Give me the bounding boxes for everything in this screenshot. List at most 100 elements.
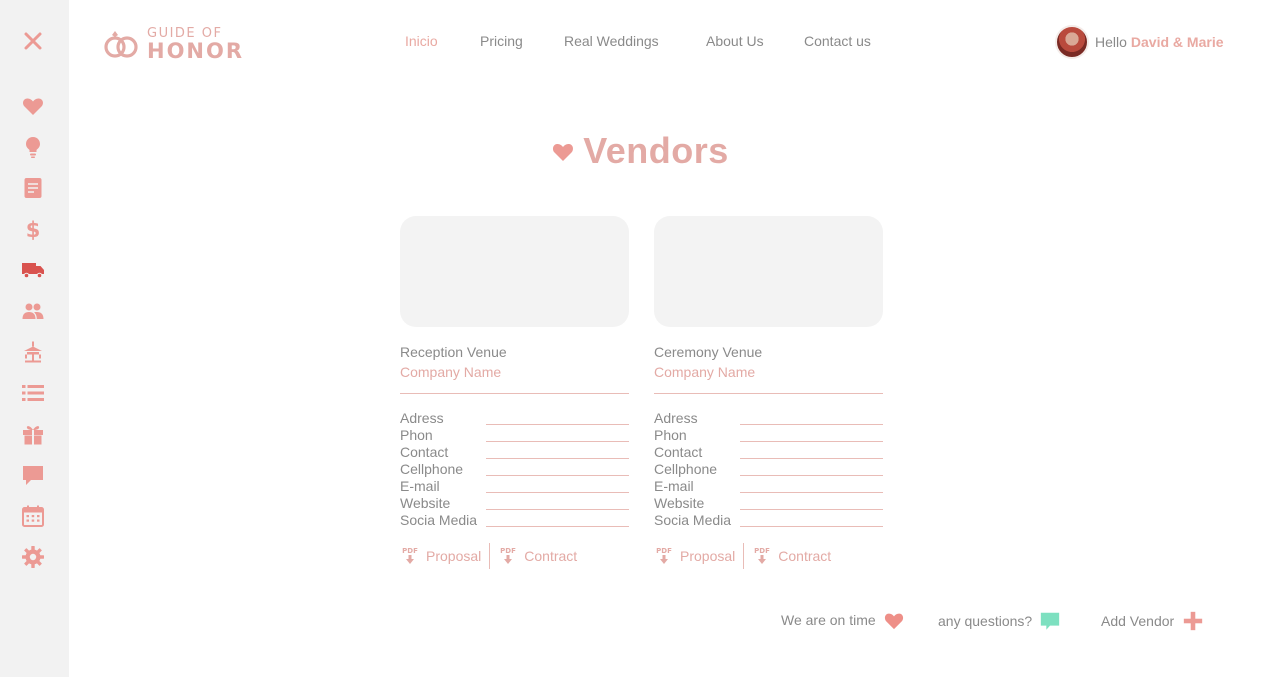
- vendor-card: Ceremony Venue Company Name Adress Phon …: [654, 216, 883, 569]
- user-menu[interactable]: Hello David & Marie: [1055, 25, 1224, 59]
- brand-line1: GUIDE OF: [147, 25, 223, 41]
- notes-icon[interactable]: [20, 175, 46, 201]
- field-label: Contact: [654, 444, 703, 460]
- nav-item-pricing[interactable]: Pricing: [480, 33, 523, 49]
- questions-label: any questions?: [938, 613, 1033, 629]
- field-label: Socia Media: [654, 512, 732, 528]
- calendar-icon[interactable]: [20, 503, 46, 529]
- close-icon[interactable]: [20, 28, 46, 54]
- contract-link[interactable]: PDF Contract: [498, 546, 577, 566]
- field-input[interactable]: [740, 509, 883, 510]
- svg-text:PDF: PDF: [402, 547, 418, 555]
- field-label: Adress: [400, 410, 444, 426]
- cake-icon[interactable]: [20, 339, 46, 365]
- vendor-card: Reception Venue Company Name Adress Phon…: [400, 216, 629, 569]
- heart-icon: [553, 143, 574, 161]
- field-row: Cellphone: [400, 461, 629, 478]
- proposal-link[interactable]: PDF Proposal: [400, 546, 481, 566]
- user-name: David & Marie: [1130, 34, 1224, 50]
- vendor-image-placeholder[interactable]: [400, 216, 629, 327]
- heart-icon: [884, 613, 903, 630]
- list-icon[interactable]: [20, 380, 46, 406]
- users-icon[interactable]: [20, 298, 46, 324]
- on-time-status[interactable]: We are on time: [781, 610, 905, 630]
- pdf-download-icon: PDF: [656, 547, 672, 564]
- gift-icon[interactable]: [20, 421, 46, 447]
- brand-logo[interactable]: GUIDE OF HONOR: [103, 24, 244, 64]
- field-input[interactable]: [740, 526, 883, 527]
- nav-item-about-us[interactable]: About Us: [706, 33, 764, 49]
- field-input[interactable]: [740, 458, 883, 459]
- field-input[interactable]: [486, 509, 629, 510]
- field-row: Phon: [654, 427, 883, 444]
- on-time-label: We are on time: [781, 612, 876, 628]
- pdf-download-icon: PDF: [754, 547, 770, 564]
- questions-button[interactable]: any questions?: [938, 610, 1061, 632]
- heart-icon[interactable]: [20, 93, 46, 119]
- field-row: Phon: [400, 427, 629, 444]
- vendor-docs: PDF Proposal PDF Contract: [400, 543, 629, 569]
- field-input[interactable]: [486, 424, 629, 425]
- dollar-icon[interactable]: $: [20, 216, 46, 242]
- pdf-download-icon: PDF: [500, 547, 516, 564]
- nav-item-inicio[interactable]: Inicio: [405, 33, 438, 49]
- field-input[interactable]: [486, 441, 629, 442]
- proposal-link[interactable]: PDF Proposal: [654, 546, 735, 566]
- brand-line2: HONOR: [147, 38, 245, 63]
- vendor-type: Ceremony Venue: [654, 344, 763, 360]
- avatar[interactable]: [1055, 25, 1089, 59]
- contract-link[interactable]: PDF Contract: [752, 546, 831, 566]
- field-input[interactable]: [486, 526, 629, 527]
- contract-label: Contract: [524, 548, 578, 564]
- page-title: Vendors: [583, 130, 729, 171]
- user-greeting: Hello David & Marie: [1095, 34, 1224, 50]
- field-input[interactable]: [486, 475, 629, 476]
- nav-item-real-weddings[interactable]: Real Weddings: [564, 33, 659, 49]
- field-input[interactable]: [740, 441, 883, 442]
- vendor-image-placeholder[interactable]: [654, 216, 883, 327]
- field-input[interactable]: [486, 458, 629, 459]
- field-row: Adress: [400, 410, 629, 427]
- vendor-type: Reception Venue: [400, 344, 507, 360]
- divider: [489, 543, 491, 569]
- add-vendor-button[interactable]: Add Vendor: [1101, 610, 1204, 632]
- proposal-label: Proposal: [426, 548, 482, 564]
- pdf-download-icon: PDF: [402, 547, 418, 564]
- field-label: Contact: [400, 444, 449, 460]
- field-row: Website: [400, 495, 629, 512]
- page-header: Vendors: [0, 130, 1280, 172]
- proposal-label: Proposal: [680, 548, 736, 564]
- divider: [743, 543, 745, 569]
- field-label: Socia Media: [400, 512, 478, 528]
- field-row: Website: [654, 495, 883, 512]
- field-label: Cellphone: [654, 461, 718, 477]
- truck-icon[interactable]: [20, 257, 46, 283]
- svg-text:PDF: PDF: [500, 547, 516, 555]
- field-input[interactable]: [740, 492, 883, 493]
- field-label: Website: [400, 495, 451, 511]
- field-label: Cellphone: [400, 461, 464, 477]
- field-input[interactable]: [740, 424, 883, 425]
- field-label: E-mail: [400, 478, 440, 494]
- svg-text:PDF: PDF: [656, 547, 672, 555]
- nav-item-contact-us[interactable]: Contact us: [804, 33, 871, 49]
- field-row: E-mail: [654, 478, 883, 495]
- field-input[interactable]: [740, 475, 883, 476]
- plus-icon: [1184, 611, 1203, 631]
- field-label: Website: [654, 495, 705, 511]
- contract-label: Contract: [778, 548, 832, 564]
- field-row: Contact: [654, 444, 883, 461]
- field-row: Cellphone: [654, 461, 883, 478]
- chat-icon[interactable]: [20, 462, 46, 488]
- svg-text:PDF: PDF: [754, 547, 770, 555]
- field-row: Socia Media: [400, 512, 629, 529]
- field-row: Contact: [400, 444, 629, 461]
- field-input[interactable]: [486, 492, 629, 493]
- field-row: Adress: [654, 410, 883, 427]
- greeting-text: Hello: [1095, 34, 1127, 50]
- vendor-fields: Adress Phon Contact Cellphone E-mail Web…: [654, 410, 883, 529]
- vendor-company-name[interactable]: Company Name: [400, 364, 629, 394]
- sidebar: $: [0, 0, 69, 677]
- vendor-company-name[interactable]: Company Name: [654, 364, 883, 394]
- settings-icon[interactable]: [20, 544, 46, 570]
